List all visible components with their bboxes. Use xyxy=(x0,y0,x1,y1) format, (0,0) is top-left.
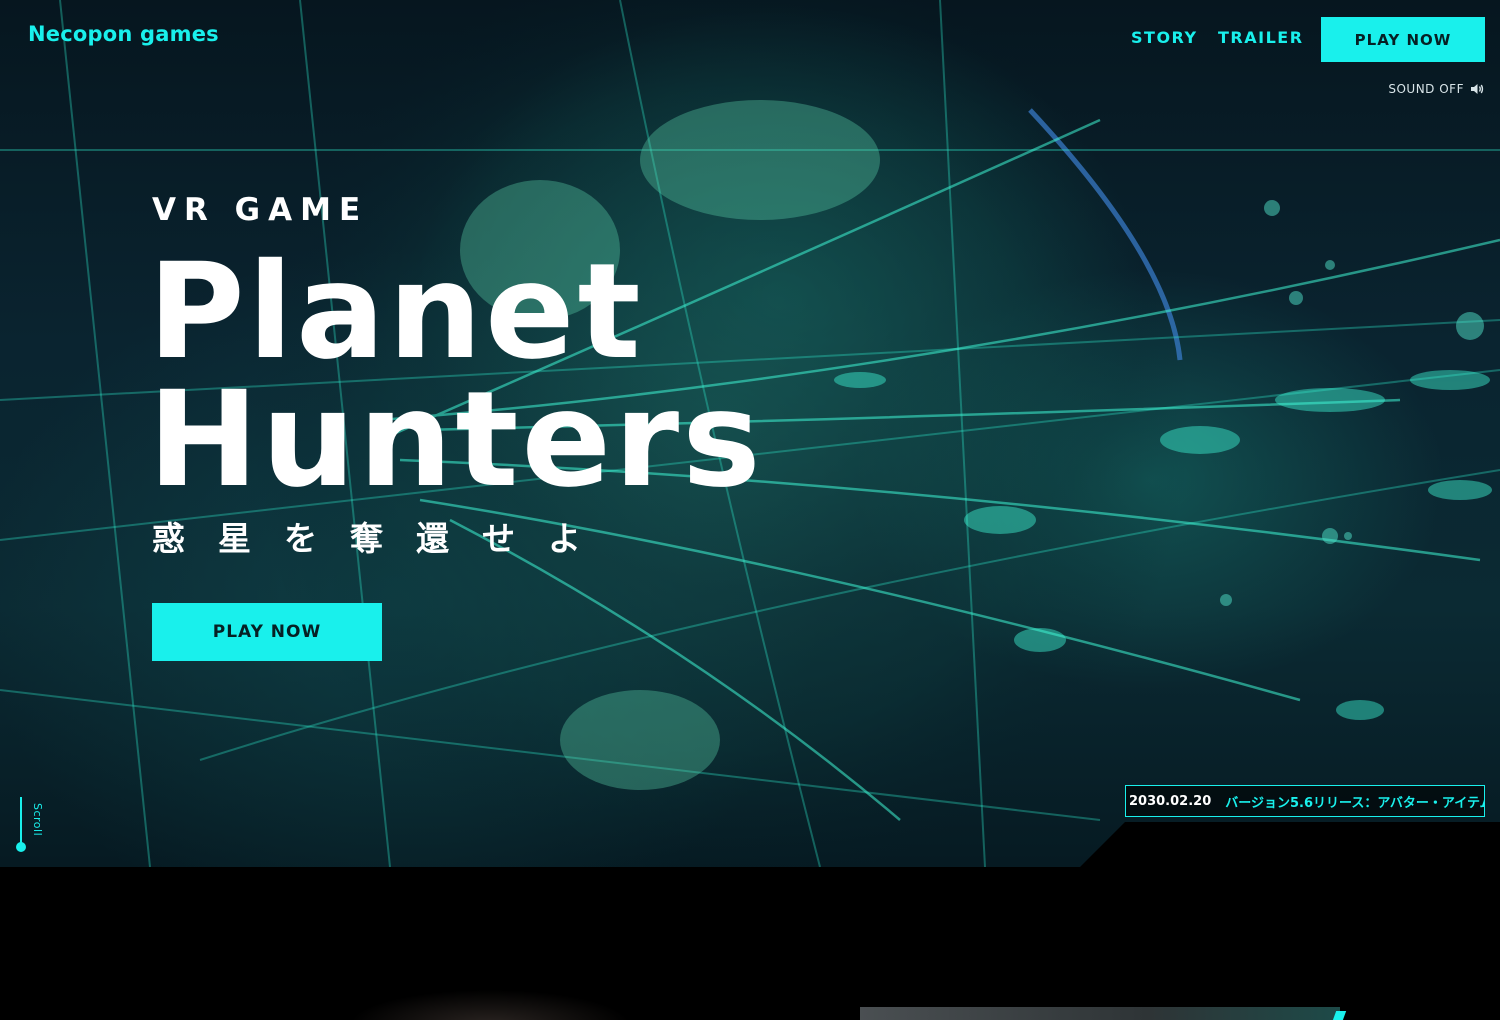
site-logo[interactable]: Necopon games xyxy=(28,22,219,46)
news-text: バージョン5.6リリース：アバター・アイテム追加 xyxy=(1225,795,1484,811)
scroll-indicator-dot xyxy=(16,842,26,852)
scroll-label[interactable]: Scroll xyxy=(31,803,44,836)
hero-title-line1: Planet xyxy=(148,235,644,389)
speaker-icon xyxy=(1471,84,1484,94)
news-date: 2030.02.20 xyxy=(1129,793,1212,809)
nav-trailer[interactable]: TRAILER xyxy=(1218,28,1304,47)
hero-subtitle: 惑星を奪還せよ xyxy=(152,519,614,558)
nav-story[interactable]: STORY xyxy=(1131,28,1198,47)
header-play-now-button[interactable]: PLAY NOW xyxy=(1321,17,1485,62)
hero-play-now-button[interactable]: PLAY NOW xyxy=(152,603,382,661)
hero-title-line2: Hunters xyxy=(148,363,764,517)
hero-title: Planet Hunters xyxy=(148,235,764,517)
below-fold-image-right xyxy=(860,1007,1340,1020)
hero-eyebrow: VR GAME xyxy=(152,192,369,228)
news-ticker[interactable]: 2030.02.20 バージョン5.6リリース：アバター・アイテム追加 xyxy=(1125,785,1485,817)
sound-label: SOUND OFF xyxy=(1388,82,1464,96)
below-fold-image-left xyxy=(330,975,690,1020)
page: Necopon games STORY TRAILER PLAY NOW SOU… xyxy=(0,0,1500,1020)
sound-toggle[interactable]: SOUND OFF xyxy=(1388,82,1484,96)
hero-corner-cut xyxy=(1080,822,1500,867)
scroll-indicator-line xyxy=(20,797,22,847)
